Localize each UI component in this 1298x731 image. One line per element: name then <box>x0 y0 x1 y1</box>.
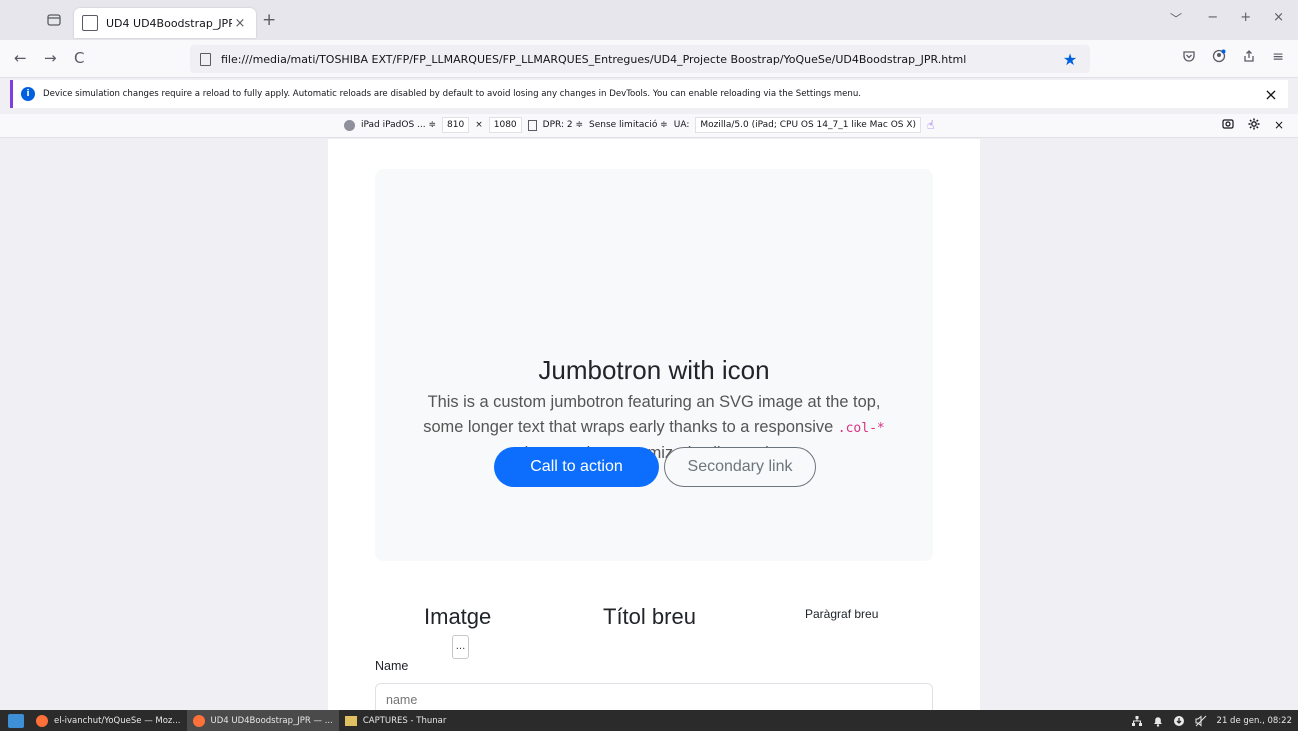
window-controls: − + × <box>1207 10 1284 25</box>
url-bar[interactable]: file:///media/mati/TOSHIBA EXT/FP/FP_LLM… <box>190 45 1090 73</box>
taskbar-item-label: UD4 UD4Boodstrap_JPR — ... <box>210 715 333 726</box>
firefox-icon <box>36 714 48 727</box>
system-tray: 21 de gen., 08:22 <box>1131 710 1292 731</box>
firefox-view-button[interactable] <box>44 10 64 30</box>
page-viewport: Jumbotron with icon This is a custom jum… <box>328 139 980 710</box>
viewport-height-input[interactable]: 1080 <box>488 117 522 133</box>
active-tab[interactable]: UD4 UD4Boodstrap_JPR × <box>74 8 256 38</box>
tab-list-icon <box>47 14 61 26</box>
responsive-design-toolbar: iPad iPadOS ... ≑ 810 × 1080 DPR: 2 ≑ Se… <box>0 114 1298 138</box>
tab-close-icon[interactable]: × <box>232 16 248 31</box>
update-icon[interactable] <box>1173 715 1185 727</box>
ua-label: UA: <box>673 120 690 130</box>
new-tab-button[interactable]: + <box>262 12 276 29</box>
device-selector[interactable]: iPad iPadOS ... ≑ <box>361 120 436 130</box>
account-icon[interactable] <box>1212 49 1226 63</box>
taskbar-item-label: CAPTURES - Thunar <box>362 715 447 726</box>
throttle-selector[interactable]: Sense limitació ≑ <box>589 120 668 130</box>
rotate-icon[interactable] <box>527 119 537 131</box>
notification-text: Device simulation changes require a relo… <box>43 89 861 99</box>
minimize-button[interactable]: − <box>1207 10 1218 25</box>
dpr-selector[interactable]: DPR: 2 ≑ <box>543 120 583 130</box>
taskbar-item-thunar[interactable]: CAPTURES - Thunar <box>339 710 453 731</box>
reload-button[interactable]: C <box>74 49 84 67</box>
secondary-link-button[interactable]: Secondary link <box>664 447 816 487</box>
name-input[interactable] <box>375 683 933 710</box>
taskbar-item-firefox-2[interactable]: UD4 UD4Boodstrap_JPR — ... <box>186 710 339 731</box>
column-image-heading: Imatge <box>424 604 492 629</box>
column-paragraph: Paràgraf breu <box>805 607 879 621</box>
pocket-icon[interactable] <box>1182 49 1196 63</box>
column-title-heading: Títol breu <box>603 604 696 629</box>
notification-bell-icon[interactable] <box>1153 715 1163 727</box>
touch-simulation-icon[interactable]: ☝ <box>927 118 934 132</box>
bookmark-star-icon[interactable]: ★ <box>1060 50 1080 69</box>
maximize-button[interactable]: + <box>1240 10 1251 25</box>
taskbar-item-firefox-1[interactable]: el-ivanchut/YoQueSe — Moz... <box>30 710 187 731</box>
info-icon: i <box>21 87 35 101</box>
share-icon[interactable] <box>1242 49 1256 63</box>
firefox-icon <box>192 714 205 727</box>
toolbar-right: ≡ <box>1182 49 1284 65</box>
devtools-notification: i Device simulation changes require a re… <box>10 80 1288 108</box>
notification-close-icon[interactable]: × <box>1262 85 1280 104</box>
start-menu-icon[interactable] <box>8 713 24 728</box>
menu-icon[interactable]: ≡ <box>1272 49 1284 65</box>
back-button[interactable]: ← <box>14 49 27 67</box>
page-favicon-icon <box>82 15 98 31</box>
screenshot-icon[interactable] <box>1222 118 1234 130</box>
jumbotron-title: Jumbotron with icon <box>538 355 770 385</box>
close-rdm-button[interactable]: × <box>1274 118 1284 132</box>
navigation-toolbar: ← → C file:///media/mati/TOSHIBA EXT/FP/… <box>0 40 1298 78</box>
volume-muted-icon[interactable] <box>1195 714 1207 727</box>
page-icon <box>200 52 211 66</box>
name-label: Name <box>375 659 409 673</box>
tab-bar: UD4 UD4Boodstrap_JPR × + ﹀ − + × <box>0 0 1298 40</box>
jumbotron-text-part1: This is a custom jumbotron featuring an … <box>423 393 881 436</box>
network-icon[interactable] <box>1131 715 1143 727</box>
rdm-controls: iPad iPadOS ... ≑ 810 × 1080 DPR: 2 ≑ Se… <box>344 117 934 133</box>
col-class-code: .col-* <box>837 421 885 436</box>
call-to-action-button[interactable]: Call to action <box>494 447 659 487</box>
viewport-width-input[interactable]: 810 <box>442 117 470 133</box>
chevron-down-icon[interactable]: ﹀ <box>1170 10 1182 27</box>
rdm-right-controls: × <box>1222 118 1284 132</box>
times-label: × <box>475 120 483 130</box>
os-taskbar: el-ivanchut/YoQueSe — Moz... UD4 UD4Bood… <box>0 710 1298 731</box>
close-window-button[interactable]: × <box>1273 10 1284 25</box>
folder-icon <box>344 715 357 726</box>
settings-gear-icon[interactable] <box>1248 118 1260 130</box>
user-agent-input[interactable]: Mozilla/5.0 (iPad; CPU OS 14_7_1 like Ma… <box>695 117 922 133</box>
tab-title: UD4 UD4Boodstrap_JPR <box>106 16 232 30</box>
url-text[interactable]: file:///media/mati/TOSHIBA EXT/FP/FP_LLM… <box>221 53 1060 66</box>
taskbar-item-label: el-ivanchut/YoQueSe — Moz... <box>54 715 181 726</box>
device-icon <box>344 119 355 131</box>
clock[interactable]: 21 de gen., 08:22 <box>1217 716 1292 726</box>
more-button[interactable]: ... <box>452 635 469 659</box>
jumbotron: Jumbotron with icon This is a custom jum… <box>375 169 933 561</box>
forward-button[interactable]: → <box>44 49 57 67</box>
